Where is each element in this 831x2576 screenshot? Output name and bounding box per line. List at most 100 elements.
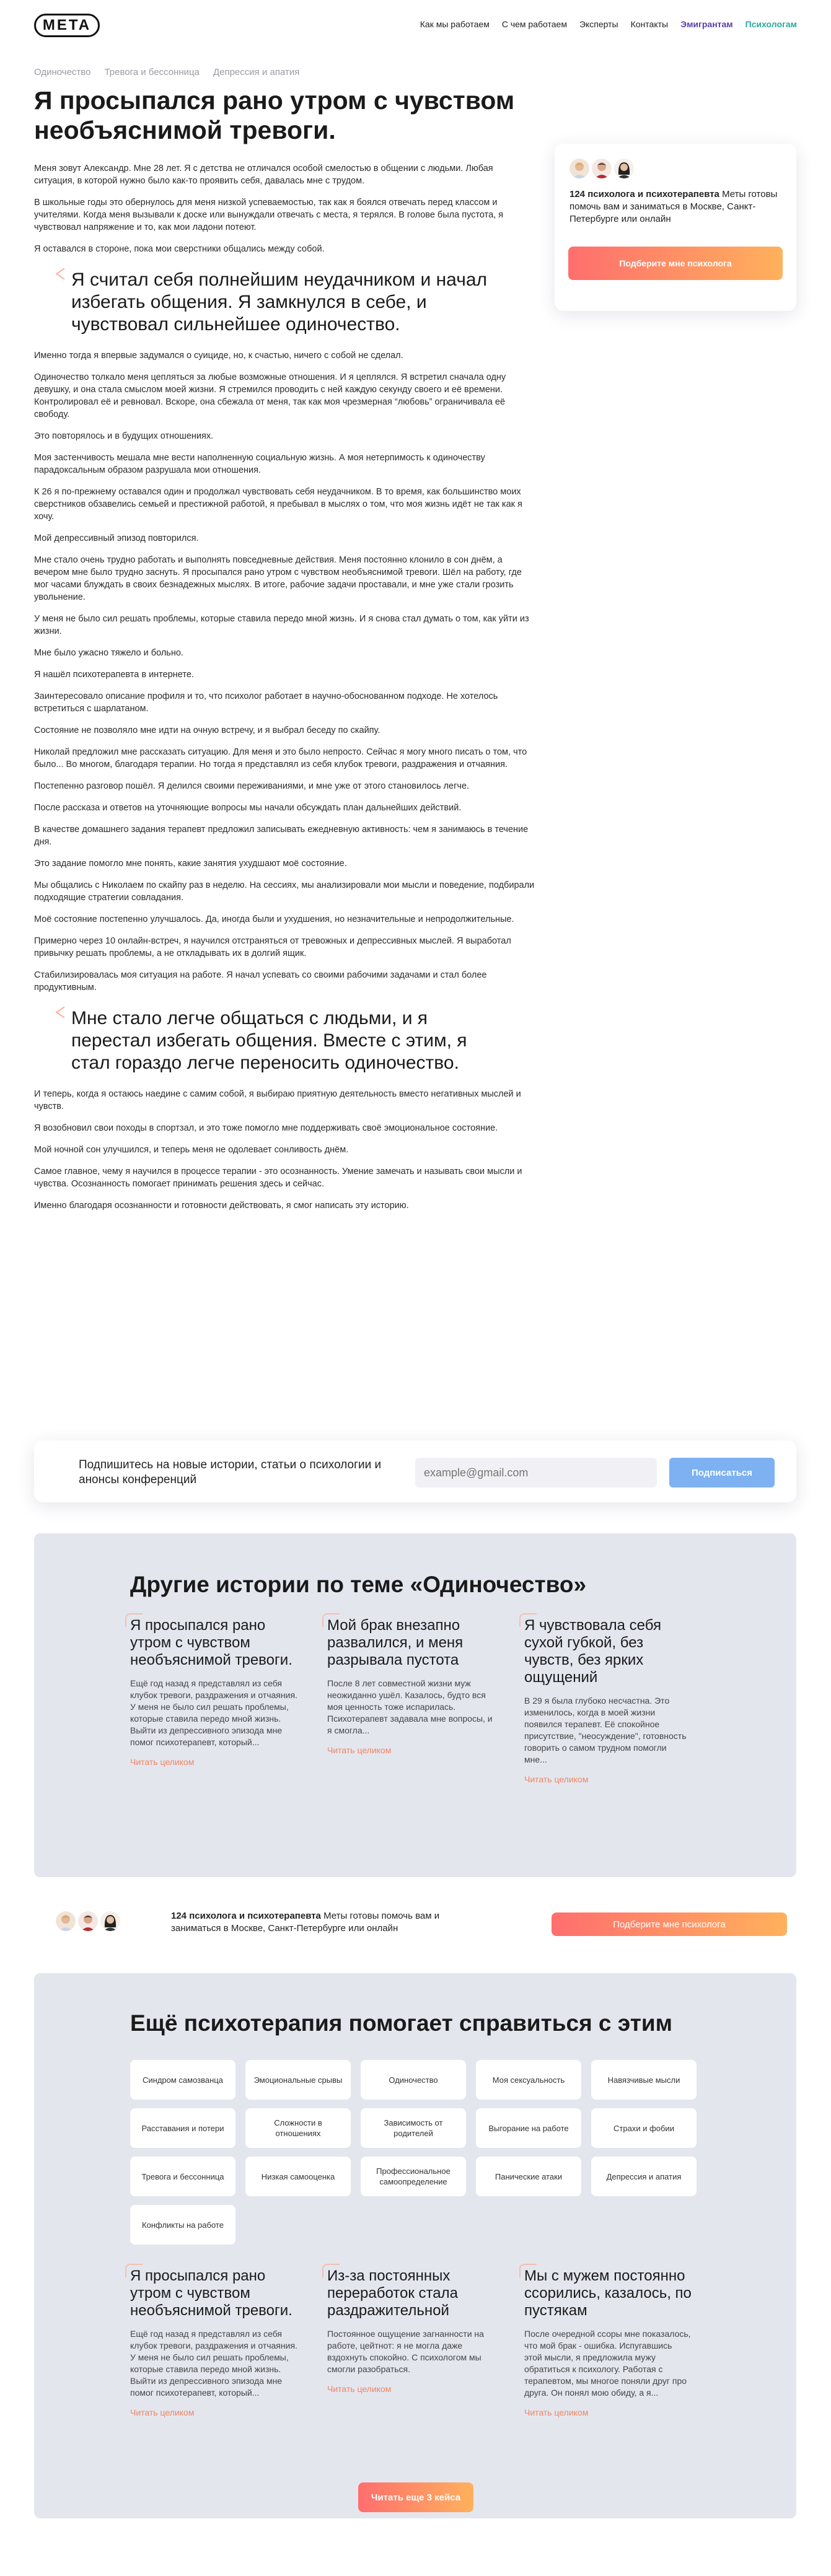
nav-experts[interactable]: Эксперты (579, 19, 618, 29)
story-card-excerpt: Постоянное ощущение загнанности на работ… (327, 2329, 484, 2374)
read-more-cases-button[interactable]: Читать еще 3 кейса (358, 2482, 473, 2512)
psychologist-cta-card: 124 психолога и психотерапевта Меты гото… (555, 144, 796, 311)
find-psychologist-button[interactable]: Подберите мне психолога (568, 247, 783, 280)
breadcrumb-depression[interactable]: Депрессия и апатия (213, 67, 299, 77)
nav-contacts[interactable]: Контакты (631, 19, 668, 29)
story-card: Я просыпался рано утром с чувством необъ… (125, 1613, 297, 1785)
avatar (592, 159, 612, 178)
story-card-excerpt: После очередной ссоры мне показалось, чт… (524, 2329, 691, 2398)
avatar (56, 1911, 76, 1931)
story-card-excerpt: В 29 я была глубоко несчастна. Это измен… (524, 1696, 687, 1764)
psychologist-count: 124 психолога и психотерапевта (569, 189, 719, 199)
article-paragraph: Примерно через 10 онлайн-встреч, я научи… (34, 936, 511, 958)
subscribe-text: Подпишитесь на новые истории, статьи о п… (79, 1458, 382, 1486)
story-card-title[interactable]: Из-за постоянных переработок стала раздр… (322, 2264, 495, 2320)
therapy-stories-list: Я просыпался рано утром с чувством необъ… (125, 2264, 692, 2419)
breadcrumb-anxiety[interactable]: Тревога и бессонница (104, 67, 200, 77)
nav-how-we-work[interactable]: Как мы работаем (420, 19, 490, 29)
read-full-link[interactable]: Читать целиком (327, 1745, 391, 1755)
story-card-excerpt: После 8 лет совместной жизни муж неожида… (327, 1678, 493, 1735)
subscribe-box: Подпишитесь на новые истории, статьи о п… (34, 1440, 796, 1502)
strip-text: 124 психолога и психотерапевта Меты гото… (171, 1910, 481, 1935)
story-card: Я чувствовала себя сухой губкой, без чув… (519, 1613, 692, 1785)
breadcrumb: Одиночество Тревога и бессонница Депресс… (34, 67, 299, 77)
story-card: Мы с мужем постоянно ссорились, казалось… (519, 2264, 692, 2419)
article-paragraph: Мой ночной сон улучшился, и теперь меня … (34, 1145, 349, 1155)
topic-tag[interactable]: Синдром самозванца (130, 2060, 235, 2100)
psychologist-count: 124 психолога и психотерапевта (171, 1911, 321, 1921)
article-paragraph: Мой депрессивный эпизод повторился. (34, 533, 199, 543)
therapy-heading: Ещё психотерапия помогает справиться с э… (130, 2010, 672, 2036)
article-paragraph: Моё состояние постепенно улучшалось. Да,… (34, 914, 514, 924)
story-card-title[interactable]: Я просыпался рано утром с чувством необъ… (125, 1613, 297, 1669)
nav-what-we-treat[interactable]: С чем работаем (502, 19, 567, 29)
read-full-link[interactable]: Читать целиком (524, 2407, 588, 2417)
topic-tag[interactable]: Конфликты на работе (130, 2205, 235, 2245)
article-paragraph: Мне было ужасно тяжело и больно. (34, 648, 183, 658)
article-paragraph: Я нашёл психотерапевта в интернете. (34, 670, 194, 680)
topic-tags: Синдром самозванца Эмоциональные срывы О… (130, 2060, 700, 2245)
read-full-link[interactable]: Читать целиком (130, 2407, 194, 2417)
related-stories-list: Я просыпался рано утром с чувством необъ… (125, 1613, 692, 1785)
avatar (614, 159, 634, 178)
story-card: Из-за постоянных переработок стала раздр… (322, 2264, 495, 2419)
topic-tag[interactable]: Страхи и фобии (591, 2108, 697, 2148)
article-paragraph: Я возобновил свои походы в спортзал, и э… (34, 1123, 498, 1133)
article-paragraph: Постепенно разговор пошёл. Я делился сво… (34, 781, 470, 791)
topic-tag[interactable]: Навязчивые мысли (591, 2060, 697, 2100)
subscribe-button[interactable]: Подписаться (669, 1458, 775, 1487)
story-card-excerpt: Ещё год назад я представлял из себя клуб… (130, 2329, 297, 2398)
article-paragraph: Самое главное, чему я научился в процесс… (34, 1167, 522, 1189)
therapy-topics-section: Ещё психотерапия помогает справиться с э… (34, 1973, 796, 2518)
nav-psychologists[interactable]: Психологам (745, 19, 797, 29)
article-paragraph: Мы общались с Николаем по скайпу раз в н… (34, 880, 535, 903)
topic-tag[interactable]: Одиночество (361, 2060, 466, 2100)
topic-tag[interactable]: Расставания и потери (130, 2108, 235, 2148)
topic-tag[interactable]: Панические атаки (476, 2157, 581, 2196)
article-paragraph: Заинтересовало описание профиля и то, чт… (34, 691, 498, 714)
read-full-link[interactable]: Читать целиком (327, 2384, 391, 2394)
psychologist-avatars (56, 1911, 120, 1931)
article-paragraph: Состояние не позволяло мне идти на очную… (34, 725, 380, 735)
article-paragraph: Это повторялось и в будущих отношениях. (34, 431, 214, 441)
topic-tag[interactable]: Сложности в отношениях (245, 2108, 351, 2148)
topic-tag[interactable]: Тревога и бессонница (130, 2157, 235, 2196)
meta-logo[interactable]: META (34, 14, 100, 37)
topic-tag[interactable]: Депрессия и апатия (591, 2157, 697, 2196)
story-card-title[interactable]: Мы с мужем постоянно ссорились, казалось… (519, 2264, 692, 2320)
psychologist-count-text: 124 психолога и психотерапевта Меты гото… (569, 188, 781, 226)
topic-tag[interactable]: Выгорание на работе (476, 2108, 581, 2148)
nav-emigrants[interactable]: Эмигрантам (680, 19, 733, 29)
article-paragraph: Я оставался в стороне, пока мои сверстни… (34, 244, 325, 254)
pull-quote: Мне стало легче общаться с людьми, и я п… (71, 1007, 505, 1074)
read-full-link[interactable]: Читать целиком (524, 1774, 588, 1784)
related-stories-heading: Другие истории по теме «Одиночество» (130, 1572, 587, 1597)
article-paragraph: Моя застенчивость мешала мне вести напол… (34, 453, 485, 475)
find-psychologist-button[interactable]: Подберите мне психолога (552, 1912, 787, 1936)
breadcrumb-loneliness[interactable]: Одиночество (34, 67, 90, 77)
topic-tag[interactable]: Эмоциональные срывы (245, 2060, 351, 2100)
story-card-title[interactable]: Я просыпался рано утром с чувством необъ… (125, 2264, 297, 2320)
story-card: Мой брак внезапно развалился, и меня раз… (322, 1613, 495, 1785)
avatar (569, 159, 589, 178)
topic-tag[interactable]: Профессиональное самоопределение (361, 2157, 466, 2196)
story-article: Меня зовут Александр. Мне 28 лет. Я с де… (34, 162, 536, 1221)
topic-tag[interactable]: Моя сексуальность (476, 2060, 581, 2100)
site-header: META Как мы работаем С чем работаем Эксп… (0, 0, 831, 50)
article-paragraph: Одиночество толкало меня цепляться за лю… (34, 372, 506, 419)
topic-tag[interactable]: Зависимость от родителей (361, 2108, 466, 2148)
page-title: Я просыпался рано утром с чувством необъ… (34, 86, 515, 144)
article-paragraph: И теперь, когда я остаюсь наедине с сами… (34, 1089, 521, 1111)
article-paragraph: Это задание помогло мне понять, какие за… (34, 859, 347, 869)
psychologist-avatars (569, 159, 781, 178)
main-nav: Как мы работаем С чем работаем Эксперты … (420, 19, 797, 29)
article-paragraph: У меня не было сил решать проблемы, кото… (34, 614, 529, 636)
story-card-title[interactable]: Я чувствовала себя сухой губкой, без чув… (519, 1613, 692, 1686)
avatar (100, 1911, 120, 1931)
pull-quote: Я считал себя полнейшим неудачником и на… (71, 269, 505, 336)
read-full-link[interactable]: Читать целиком (130, 1757, 194, 1767)
story-card-title[interactable]: Мой брак внезапно развалился, и меня раз… (322, 1613, 495, 1669)
topic-tag[interactable]: Низкая самооценка (245, 2157, 351, 2196)
email-input[interactable] (415, 1458, 657, 1487)
article-paragraph: Николай предложил мне рассказать ситуаци… (34, 747, 527, 769)
